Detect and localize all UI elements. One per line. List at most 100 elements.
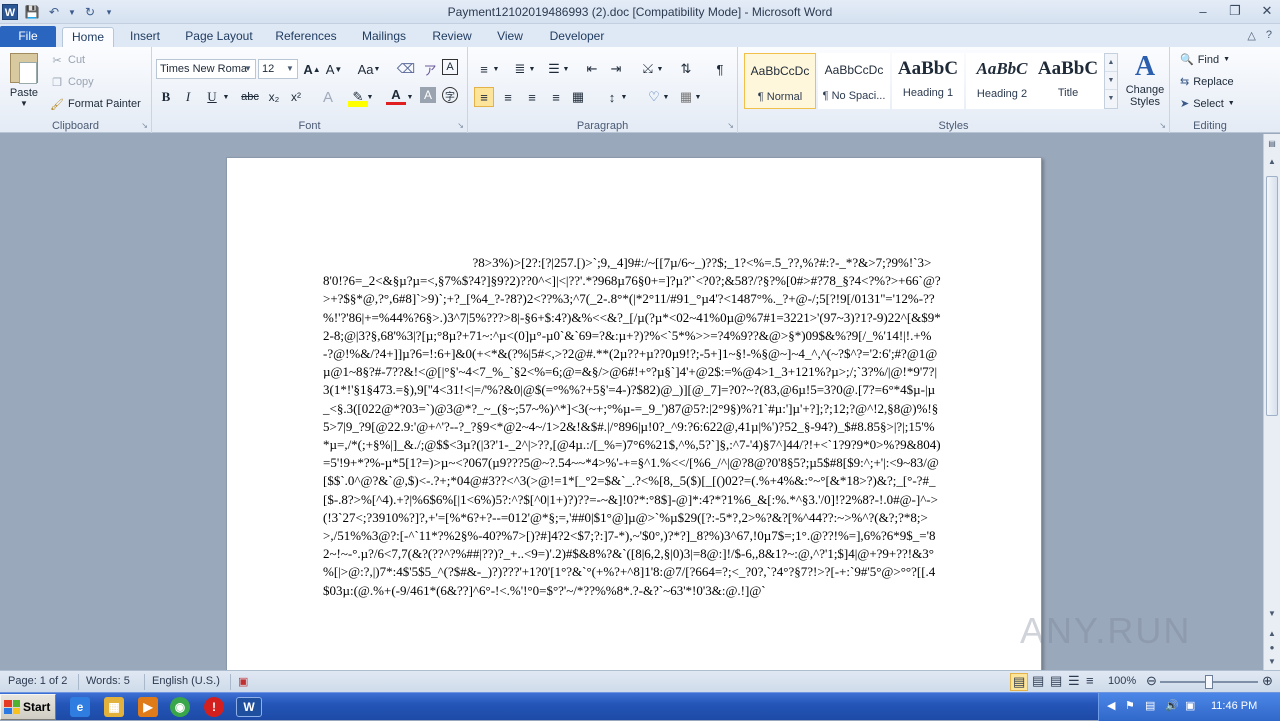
tab-insert[interactable]: Insert <box>122 27 168 47</box>
tab-file[interactable]: File <box>0 26 56 48</box>
asian-layout-icon[interactable]: ⤩ <box>638 59 658 79</box>
borders-icon[interactable]: ▦ <box>676 87 696 107</box>
align-left-icon[interactable]: ≡ <box>474 87 494 107</box>
enclose-characters-icon[interactable]: 字 <box>442 87 458 103</box>
chevron-down-icon[interactable]: ▼ <box>492 59 500 79</box>
word-count[interactable]: Words: 5 <box>86 675 130 687</box>
font-size-select[interactable]: 12 ▼ <box>258 59 298 79</box>
copy-button[interactable]: ❐ Copy <box>50 75 94 89</box>
style-no-spacing[interactable]: AaBbCcDc ¶ No Spaci... <box>818 53 890 109</box>
style-heading-2[interactable]: AaBbC Heading 2 <box>966 53 1038 109</box>
document-body-text[interactable]: ?8>3%)>[2?:[?|257.[)>`;9,_4]9#:/~[[7µ/6~… <box>323 254 941 600</box>
scroll-down-icon[interactable]: ▼ <box>1264 606 1280 622</box>
tab-page-layout[interactable]: Page Layout <box>180 27 258 47</box>
close-icon[interactable]: ✕ <box>1258 2 1276 20</box>
zoom-in-icon[interactable]: ⊕ <box>1262 673 1273 689</box>
decrease-indent-icon[interactable]: ⇤ <box>582 59 602 79</box>
align-right-icon[interactable]: ≡ <box>522 87 542 107</box>
shading-icon[interactable]: ♡ <box>644 87 664 107</box>
outline-view-icon[interactable]: ☰ <box>1068 673 1080 689</box>
language[interactable]: English (U.S.) <box>152 675 220 687</box>
restore-icon[interactable]: ❐ <box>1226 2 1244 20</box>
tab-mailings[interactable]: Mailings <box>354 27 414 47</box>
select-button[interactable]: ➤ Select ▼ <box>1180 97 1235 111</box>
character-border-icon[interactable]: A <box>442 59 458 75</box>
chevron-down-icon[interactable]: ▼ <box>222 87 230 107</box>
tab-home[interactable]: Home <box>62 27 114 47</box>
superscript-button[interactable]: x² <box>286 87 306 107</box>
show-hidden-icons[interactable]: ◀ <box>1107 699 1115 712</box>
scroll-up-icon[interactable]: ▲ <box>1264 154 1280 170</box>
draft-view-icon[interactable]: ≡ <box>1086 673 1094 688</box>
network-icon[interactable]: ▤ <box>1145 699 1155 712</box>
web-layout-view-icon[interactable]: ▤ <box>1050 673 1062 689</box>
chevron-down-icon[interactable]: ▼ <box>694 87 702 107</box>
dialog-launcher-icon[interactable]: ↘ <box>141 121 148 130</box>
action-center-icon[interactable]: ⚑ <box>1125 699 1135 712</box>
zoom-level[interactable]: 100% <box>1108 675 1136 687</box>
grow-font-button[interactable]: A ▲ <box>302 59 322 79</box>
tab-references[interactable]: References <box>270 27 342 47</box>
character-shading-icon[interactable]: A <box>420 87 436 103</box>
bullets-icon[interactable]: ≡ <box>474 59 494 79</box>
next-page-icon[interactable]: ▼ <box>1264 654 1280 670</box>
chrome-icon[interactable]: ◉ <box>170 697 190 717</box>
dialog-launcher-icon[interactable]: ↘ <box>1159 121 1166 130</box>
pilcrow-icon[interactable]: ¶ <box>710 59 730 79</box>
start-button[interactable]: Start <box>0 694 56 720</box>
italic-button[interactable]: I <box>178 87 198 107</box>
minimize-icon[interactable]: – <box>1194 2 1212 20</box>
clock[interactable]: 11:46 PM <box>1211 700 1257 712</box>
tab-view[interactable]: View <box>490 27 530 47</box>
tab-developer[interactable]: Developer <box>542 27 612 47</box>
change-styles-button[interactable]: A Change Styles <box>1124 53 1166 109</box>
styles-gallery-scroll[interactable]: ▲ ▼ ▼ <box>1104 53 1118 109</box>
multilevel-list-icon[interactable]: ☰ <box>544 59 564 79</box>
style-heading-1[interactable]: AaBbC Heading 1 <box>892 53 964 109</box>
scrollbar-thumb[interactable] <box>1266 176 1278 416</box>
find-button[interactable]: 🔍 Find ▼ <box>1180 53 1230 67</box>
sort-icon[interactable]: ⇅ <box>676 59 696 79</box>
internet-explorer-icon[interactable]: e <box>70 697 90 717</box>
paste-button[interactable]: Paste ▼ <box>6 53 42 108</box>
chevron-down-icon[interactable]: ▼ <box>656 59 664 79</box>
strikethrough-button[interactable]: abc <box>238 87 262 107</box>
media-player-icon[interactable]: ▶ <box>138 697 158 717</box>
format-painter-button[interactable]: 🖌 Format Painter <box>50 97 141 111</box>
change-case-button[interactable]: Aa ▼ <box>356 59 382 79</box>
style-normal[interactable]: AaBbCcDc ¶ Normal <box>744 53 816 109</box>
dialog-launcher-icon[interactable]: ↘ <box>727 121 734 130</box>
chevron-down-icon[interactable]: ▼ <box>562 59 570 79</box>
phonetic-guide-icon[interactable]: ア <box>420 59 440 79</box>
font-family-select[interactable]: Times New Roma ▼ <box>156 59 256 79</box>
line-spacing-icon[interactable]: ↕ <box>602 87 622 107</box>
chevron-down-icon[interactable]: ▼ <box>620 87 628 107</box>
battery-icon[interactable]: ▣ <box>1185 699 1195 712</box>
full-screen-view-icon[interactable]: ▤ <box>1032 673 1044 689</box>
zoom-slider-thumb[interactable] <box>1205 675 1213 689</box>
numbering-icon[interactable]: ≣ <box>510 59 530 79</box>
subscript-button[interactable]: x₂ <box>264 87 284 107</box>
font-color-icon[interactable]: A <box>386 87 406 105</box>
macro-record-icon[interactable]: ▣ <box>238 675 248 688</box>
justify-icon[interactable]: ≡ <box>546 87 566 107</box>
security-app-icon[interactable]: ! <box>204 697 224 717</box>
vertical-scrollbar[interactable]: ▤ ▲ ▼ ▲ ● ▼ <box>1263 134 1280 670</box>
highlight-icon[interactable]: ✎ <box>348 87 368 107</box>
word-taskbar-icon[interactable]: W <box>236 697 262 717</box>
chevron-down-icon[interactable]: ▼ <box>662 87 670 107</box>
chevron-down-icon[interactable]: ▼ <box>366 87 374 107</box>
minimize-ribbon-icon[interactable]: △ <box>1247 29 1255 42</box>
chevron-down-icon[interactable]: ▼ <box>406 87 414 107</box>
tab-review[interactable]: Review <box>426 27 478 47</box>
help-icon[interactable]: ? <box>1266 29 1272 42</box>
underline-button[interactable]: U <box>202 87 222 107</box>
document-page[interactable]: ?8>3%)>[2?:[?|257.[)>`;9,_4]9#:/~[[7µ/6~… <box>226 157 1042 687</box>
page-count[interactable]: Page: 1 of 2 <box>8 675 67 687</box>
style-title[interactable]: AaBbC Title <box>1032 53 1104 109</box>
print-layout-view-icon[interactable]: ▤ <box>1010 673 1029 691</box>
increase-indent-icon[interactable]: ⇥ <box>606 59 626 79</box>
shrink-font-button[interactable]: A ▼ <box>324 59 344 79</box>
text-effects-icon[interactable]: A <box>318 87 338 107</box>
dialog-launcher-icon[interactable]: ↘ <box>457 121 464 130</box>
